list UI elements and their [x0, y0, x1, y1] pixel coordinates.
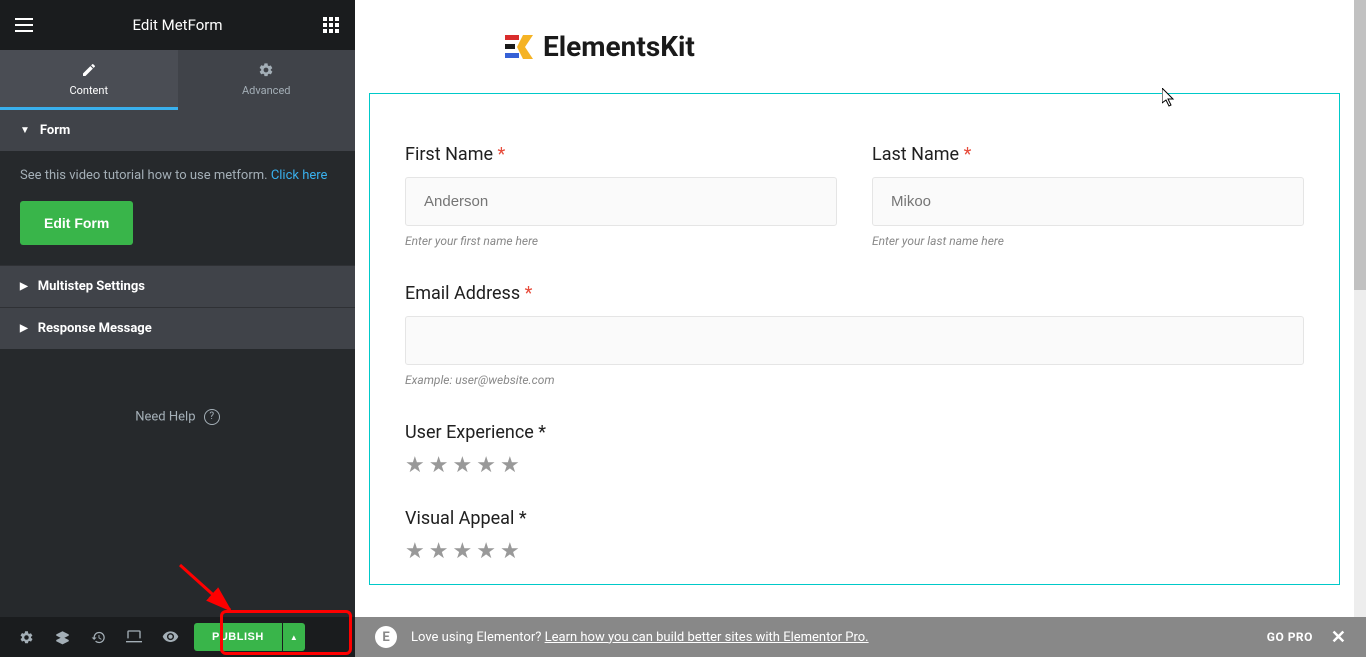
star-icon[interactable]: ★ [476, 539, 496, 564]
caret-down-icon: ▼ [20, 125, 30, 136]
last-name-label: Last Name * [872, 144, 1304, 165]
star-icon[interactable]: ★ [429, 453, 449, 478]
ux-stars: ★ ★ ★ ★ ★ [405, 453, 1304, 478]
publish-group: PUBLISH ▲ [194, 623, 305, 651]
email-label: Email Address * [405, 283, 1304, 304]
navigator-icon[interactable] [44, 617, 80, 657]
widgets-grid-icon[interactable] [321, 15, 341, 35]
tutorial-link[interactable]: Click here [271, 168, 328, 183]
first-name-help: Enter your first name here [405, 234, 837, 248]
preview-icon[interactable] [152, 617, 188, 657]
first-name-input[interactable] [405, 177, 837, 226]
section-multistep-label: Multistep Settings [38, 279, 145, 294]
star-icon[interactable]: ★ [452, 453, 472, 478]
section-response[interactable]: ▶ Response Message [0, 307, 355, 349]
last-name-input[interactable] [872, 177, 1304, 226]
history-icon[interactable] [80, 617, 116, 657]
hamburger-icon[interactable] [14, 15, 34, 35]
star-icon[interactable]: ★ [452, 539, 472, 564]
sidebar-footer: PUBLISH ▲ [0, 617, 355, 657]
publish-button[interactable]: PUBLISH [194, 623, 282, 651]
sidebar-header: Edit MetForm [0, 0, 355, 50]
panel-tabs: Content Advanced [0, 50, 355, 110]
need-help-link[interactable]: Need Help ? [0, 349, 355, 485]
preview-area: ElementsKit First Name * Enter your firs… [355, 0, 1366, 657]
star-icon[interactable]: ★ [405, 539, 425, 564]
scrollbar-thumb[interactable] [1354, 0, 1366, 290]
responsive-icon[interactable] [116, 617, 152, 657]
elementor-icon: E [375, 626, 397, 648]
last-name-help: Enter your last name here [872, 234, 1304, 248]
caret-right-icon: ▶ [20, 323, 28, 334]
email-field-group: Email Address * Example: user@website.co… [405, 283, 1304, 387]
ux-rating-group: User Experience * ★ ★ ★ ★ ★ [405, 422, 1304, 478]
logo-mark-icon [505, 32, 535, 62]
arrow-annotation [175, 560, 245, 620]
tab-advanced-label: Advanced [242, 84, 290, 97]
gear-icon [258, 62, 274, 78]
star-icon[interactable]: ★ [476, 453, 496, 478]
section-form-label: Form [40, 123, 70, 138]
edit-form-button[interactable]: Edit Form [20, 201, 133, 245]
ux-label: User Experience * [405, 422, 1304, 443]
caret-right-icon: ▶ [20, 281, 28, 292]
first-name-label: First Name * [405, 144, 837, 165]
promo-link[interactable]: Learn how you can build better sites wit… [545, 630, 869, 645]
last-name-field-group: Last Name * Enter your last name here [872, 144, 1304, 248]
go-pro-button[interactable]: GO PRO [1267, 630, 1313, 644]
visual-rating-group: Visual Appeal * ★ ★ ★ ★ ★ [405, 508, 1304, 564]
star-icon[interactable]: ★ [405, 453, 425, 478]
pencil-icon [81, 62, 97, 78]
form-container[interactable]: First Name * Enter your first name here … [369, 93, 1340, 585]
close-icon[interactable]: ✕ [1331, 627, 1346, 648]
panel-title: Edit MetForm [34, 16, 321, 34]
star-icon[interactable]: ★ [500, 539, 520, 564]
promo-message: Love using Elementor? Learn how you can … [411, 630, 869, 645]
email-input[interactable] [405, 316, 1304, 365]
visual-stars: ★ ★ ★ ★ ★ [405, 539, 1304, 564]
section-form-body: See this video tutorial how to use metfo… [0, 151, 355, 265]
sidebar: Edit MetForm Content Advanced ▼ Form See… [0, 0, 355, 657]
tab-advanced[interactable]: Advanced [178, 50, 356, 110]
tab-content-label: Content [69, 84, 108, 97]
help-icon: ? [204, 409, 220, 425]
visual-label: Visual Appeal * [405, 508, 1304, 529]
logo-row: ElementsKit [355, 0, 1354, 73]
section-form-header[interactable]: ▼ Form [0, 110, 355, 151]
star-icon[interactable]: ★ [429, 539, 449, 564]
need-help-label: Need Help [135, 409, 195, 424]
promo-bar: E Love using Elementor? Learn how you ca… [355, 617, 1366, 657]
publish-dropdown[interactable]: ▲ [283, 623, 305, 651]
logo-text: ElementsKit [543, 30, 695, 63]
first-name-field-group: First Name * Enter your first name here [405, 144, 837, 248]
section-multistep[interactable]: ▶ Multistep Settings [0, 265, 355, 307]
star-icon[interactable]: ★ [500, 453, 520, 478]
elementskit-logo: ElementsKit [505, 30, 1314, 63]
email-help: Example: user@website.com [405, 373, 1304, 387]
tutorial-text: See this video tutorial how to use metfo… [20, 168, 271, 183]
section-response-label: Response Message [38, 321, 152, 336]
scrollbar[interactable] [1354, 0, 1366, 617]
settings-icon[interactable] [8, 617, 44, 657]
tab-content[interactable]: Content [0, 50, 178, 110]
